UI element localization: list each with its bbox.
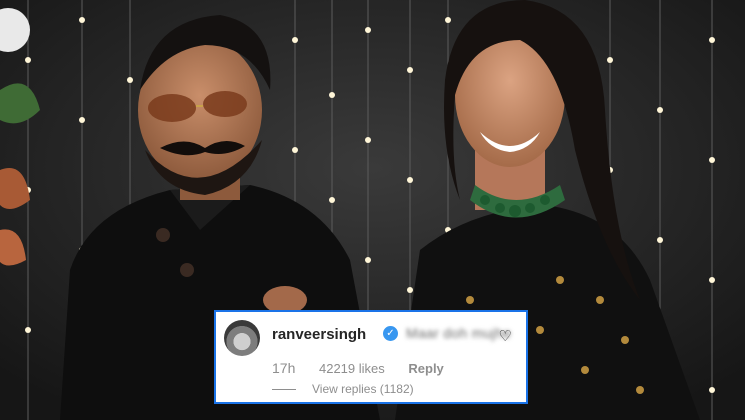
instagram-comment-card: ranveersingh ✓ Maar doh mujhe ♡ 17h 4221… (214, 310, 528, 404)
replies-divider (272, 389, 296, 391)
avatar[interactable] (224, 320, 260, 356)
view-replies-link[interactable]: View replies (1182) (272, 382, 414, 396)
verified-badge-icon: ✓ (383, 326, 398, 341)
view-replies-label[interactable]: View replies (1182) (312, 382, 414, 396)
comment-text: Maar doh mujhe (406, 325, 512, 341)
comment-time: 17h (272, 360, 296, 376)
comment-username[interactable]: ranveersingh (272, 326, 366, 343)
heart-outline-icon[interactable]: ♡ (499, 329, 512, 344)
reply-button[interactable]: Reply (408, 361, 443, 376)
comment-likes[interactable]: 42219 likes (319, 361, 385, 376)
comment-meta: 17h 42219 likes Reply (272, 360, 464, 376)
